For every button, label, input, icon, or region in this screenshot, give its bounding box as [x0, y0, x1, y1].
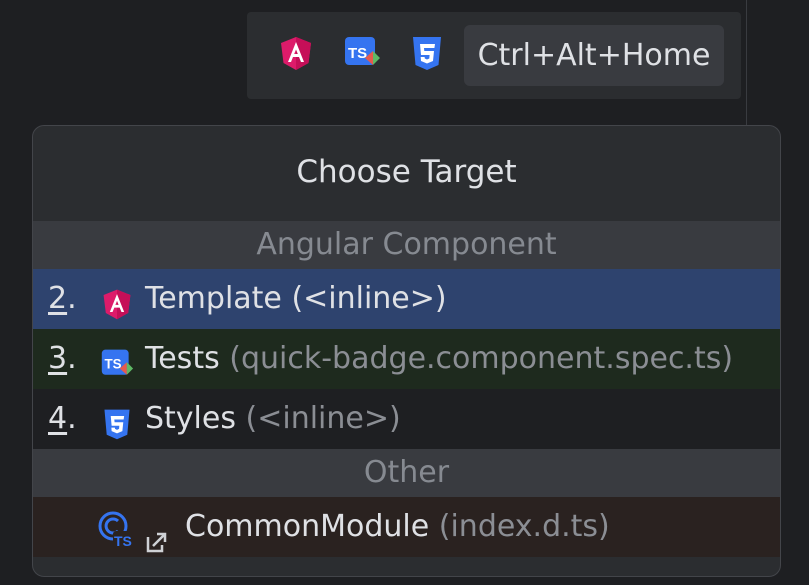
popup-title: Choose Target [296, 154, 517, 190]
typescript-test-icon[interactable]: TS [343, 34, 381, 72]
typescript-class-icon: TS [96, 509, 136, 549]
section-header-angular-component: Angular Component [33, 221, 780, 269]
css-icon [100, 402, 134, 440]
external-link-icon [146, 514, 168, 553]
item-number: 3. [48, 341, 77, 376]
angular-icon [100, 282, 134, 320]
editor-divider [746, 0, 747, 130]
item-label: Styles [145, 401, 236, 436]
list-item-commonmodule[interactable]: TS CommonModule (index.d.ts) [33, 497, 780, 557]
svg-text:TS: TS [348, 45, 367, 62]
item-label: Template [145, 281, 282, 316]
item-detail: (index.d.ts) [438, 509, 610, 544]
svg-text:TS: TS [104, 356, 121, 371]
item-detail: (quick-badge.component.spec.ts) [229, 341, 734, 376]
item-label: Tests [145, 341, 220, 376]
item-number: 4. [48, 401, 77, 436]
navigation-toolbar: TS Ctrl+Alt+Home [247, 12, 741, 99]
section-header-other: Other [33, 449, 780, 497]
list-item-styles[interactable]: 4. Styles (<inline>) [33, 389, 780, 449]
typescript-test-icon: TS [100, 342, 134, 376]
angular-icon[interactable] [277, 34, 315, 72]
choose-target-popup: Choose Target Angular Component 2. Templ… [32, 125, 781, 577]
list-item-tests[interactable]: 3. TS Tests (quick-badge.component.spec.… [33, 329, 780, 389]
item-label: CommonModule [185, 509, 430, 544]
css-icon[interactable] [408, 34, 446, 72]
item-detail: (<inline>) [245, 401, 401, 436]
svg-text:TS: TS [114, 533, 132, 549]
shortcut-hint: Ctrl+Alt+Home [464, 25, 724, 86]
item-number: 2. [48, 281, 77, 316]
item-detail: (<inline>) [291, 281, 447, 316]
list-item-template[interactable]: 2. Template (<inline>) [33, 269, 780, 329]
